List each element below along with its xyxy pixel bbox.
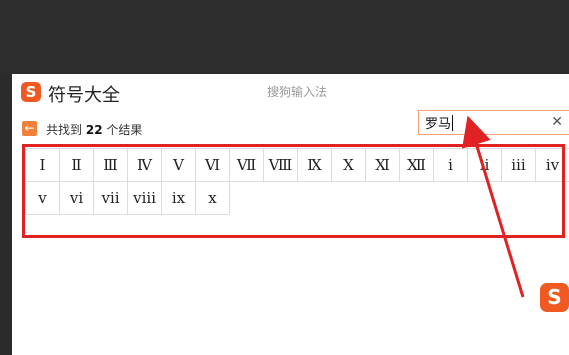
symbol-cell[interactable]: Ⅸ xyxy=(298,149,332,182)
symbol-cell[interactable]: Ⅷ xyxy=(264,149,298,182)
symbol-cell[interactable]: ⅸ xyxy=(162,182,196,215)
search-input[interactable] xyxy=(425,113,545,132)
search-box[interactable]: ✕ xyxy=(418,110,569,135)
result-count: 22 xyxy=(85,123,103,137)
window-title: 搜狗输入法 xyxy=(267,85,328,99)
symbol-cell[interactable]: Ⅶ xyxy=(230,149,264,182)
symbol-cell[interactable]: Ⅰ xyxy=(26,149,60,182)
result-suffix: 个结果 xyxy=(106,123,143,137)
result-summary: ← 共找到 22 个结果 xyxy=(12,118,412,140)
clear-search-icon[interactable]: ✕ xyxy=(551,114,563,131)
title-bar: S 符号大全 搜狗输入法 xyxy=(12,74,569,110)
symbol-cell[interactable]: ⅶ xyxy=(94,182,128,215)
symbol-cell[interactable]: Ⅳ xyxy=(128,149,162,182)
result-prefix: 共找到 xyxy=(46,123,83,137)
app-title: 符号大全 xyxy=(48,85,120,106)
symbol-cell[interactable]: ⅱ xyxy=(468,149,502,182)
symbol-cell[interactable]: ⅷ xyxy=(128,182,162,215)
symbol-grid: ⅠⅡⅢⅣⅤⅥⅦⅧⅨⅩⅪⅫⅰⅱⅲⅳ ⅴⅵⅶⅷⅸⅹ xyxy=(25,148,569,215)
floating-sogou-icon[interactable]: S xyxy=(540,283,569,312)
symbol-cell[interactable]: ⅲ xyxy=(502,149,536,182)
symbol-cell[interactable]: ⅳ xyxy=(536,149,569,182)
symbol-window: S 符号大全 搜狗输入法 ← 共找到 22 个结果 ✕ ⅠⅡⅢⅣⅤⅥⅦⅧⅨⅩⅪⅫ… xyxy=(12,74,569,355)
symbol-cell[interactable]: Ⅵ xyxy=(196,149,230,182)
symbol-cell[interactable]: Ⅹ xyxy=(332,149,366,182)
sogou-logo-icon: S xyxy=(21,82,41,102)
result-count-text: 共找到 22 个结果 xyxy=(46,121,142,138)
text-caret xyxy=(452,115,453,131)
symbol-cell[interactable]: Ⅺ xyxy=(366,149,400,182)
symbol-cell[interactable]: Ⅲ xyxy=(94,149,128,182)
symbol-cell[interactable]: ⅴ xyxy=(26,182,60,215)
symbol-cell[interactable]: ⅹ xyxy=(196,182,230,215)
symbol-cell[interactable]: Ⅱ xyxy=(60,149,94,182)
desktop-backdrop xyxy=(0,0,569,74)
symbol-cell[interactable]: Ⅻ xyxy=(400,149,434,182)
symbol-cell[interactable]: Ⅴ xyxy=(162,149,196,182)
symbol-cell[interactable]: ⅵ xyxy=(60,182,94,215)
back-arrow-icon[interactable]: ← xyxy=(22,121,37,136)
symbol-cell[interactable]: ⅰ xyxy=(434,149,468,182)
